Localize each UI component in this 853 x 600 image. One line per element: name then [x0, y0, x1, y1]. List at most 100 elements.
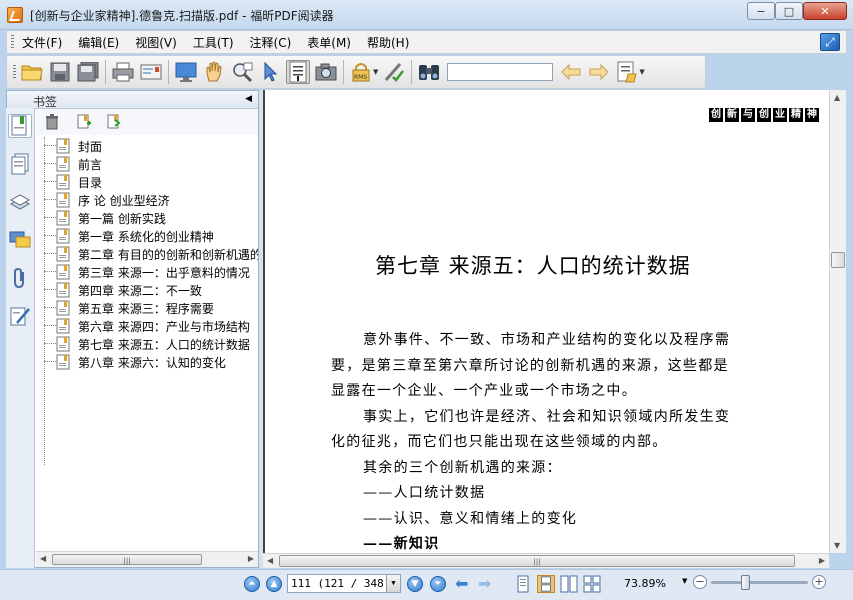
next-page-icon[interactable]: ▼ — [407, 576, 423, 592]
body-line: ——人口统计数据 — [363, 485, 486, 501]
horizontal-scrollbar[interactable]: ◀ ||| ▶ — [263, 553, 829, 568]
bookmark-label: 第二章 有目的的创新和创新机遇的 — [78, 247, 258, 262]
vertical-scrollbar[interactable]: ▲ ▼ — [829, 90, 846, 553]
bookmarks-tab-icon[interactable] — [8, 114, 32, 138]
continuous-view-icon[interactable] — [537, 575, 555, 593]
binoculars-icon[interactable] — [417, 60, 441, 84]
fullscreen-icon[interactable] — [174, 60, 198, 84]
snapshot-icon[interactable] — [314, 60, 338, 84]
body-line: 其余的三个创新机遇的来源： — [363, 459, 562, 476]
layers-tab-icon[interactable] — [8, 190, 32, 214]
open-folder-icon[interactable] — [20, 60, 44, 84]
search-input[interactable] — [447, 63, 554, 81]
bookmark-item[interactable]: 第五章 来源三：程序需要 — [36, 299, 258, 317]
zoom-level[interactable]: 73.89% — [624, 577, 666, 590]
scroll-left-icon[interactable]: ◀ — [40, 554, 46, 563]
zoom-in-icon[interactable]: + — [812, 575, 826, 589]
minimize-button[interactable]: − — [747, 2, 775, 20]
zoom-tool-icon[interactable] — [230, 60, 254, 84]
bookmark-item[interactable]: 第六章 来源四：产业与市场结构 — [36, 317, 258, 335]
rms-lock-icon[interactable]: RMS — [349, 60, 373, 84]
find-next-icon[interactable] — [587, 60, 611, 84]
bookmark-item[interactable]: 第八章 来源六：认知的变化 — [36, 353, 258, 371]
go-back-icon[interactable]: ⬅ — [455, 576, 468, 592]
bookmark-item[interactable]: 封面 — [36, 137, 258, 155]
first-page-icon[interactable]: ⏶ — [244, 576, 260, 592]
maximize-button[interactable]: □ — [775, 2, 803, 20]
panel-horizontal-scrollbar[interactable]: ◀ ||| ▶ — [36, 551, 258, 567]
menu-forms[interactable]: 表单(M) — [307, 34, 351, 51]
bookmark-item[interactable]: 第四章 来源二：不一致 — [36, 281, 258, 299]
chapter-title: 第七章 来源五：人口的统计数据 — [375, 254, 691, 278]
select-text-icon[interactable] — [286, 60, 310, 84]
bookmark-page-icon — [56, 246, 70, 262]
signatures-tab-icon[interactable] — [8, 304, 32, 328]
sign-icon[interactable] — [382, 60, 406, 84]
close-button[interactable]: ✕ — [803, 2, 847, 20]
header-char: 与 — [741, 108, 755, 122]
scroll-right-icon[interactable]: ▶ — [819, 556, 825, 565]
attachments-tab-icon[interactable] — [8, 266, 32, 290]
scroll-down-icon[interactable]: ▼ — [834, 541, 840, 550]
select-arrow-icon[interactable] — [258, 60, 282, 84]
bookmark-page-icon — [56, 210, 70, 226]
last-page-icon[interactable]: ⏷ — [430, 576, 446, 592]
zoom-slider-thumb[interactable] — [741, 575, 750, 590]
vertical-scroll-thumb[interactable] — [831, 252, 845, 268]
continuous-facing-view-icon[interactable] — [583, 575, 601, 593]
toolbar-separator — [105, 60, 106, 84]
single-page-view-icon[interactable] — [514, 575, 532, 593]
delete-bookmark-icon[interactable] — [44, 114, 60, 130]
menu-edit[interactable]: 编辑(E) — [78, 34, 119, 51]
scroll-left-icon[interactable]: ◀ — [267, 556, 273, 565]
hand-tool-icon[interactable] — [202, 60, 226, 84]
typewriter-dropdown-arrow[interactable]: ▼ — [639, 68, 644, 76]
fullscreen-toggle-icon[interactable]: ⤢ — [820, 33, 840, 51]
body-line: 显露在一个企业、一个产业或一个市场之中。 — [331, 383, 637, 399]
page-dropdown-arrow[interactable]: ▼ — [386, 575, 400, 592]
rms-dropdown-arrow[interactable]: ▼ — [373, 68, 378, 76]
menu-help[interactable]: 帮助(H) — [367, 34, 409, 51]
menu-view[interactable]: 视图(V) — [135, 34, 177, 51]
zoom-slider[interactable] — [711, 575, 808, 590]
previous-page-icon[interactable]: ▲ — [266, 576, 282, 592]
comments-tab-icon[interactable] — [8, 228, 32, 252]
typewriter-icon[interactable] — [615, 60, 639, 84]
bookmark-label: 第一章 系统化的创业精神 — [78, 229, 214, 244]
scroll-right-icon[interactable]: ▶ — [248, 554, 254, 563]
toolbar-separator — [343, 60, 344, 84]
bookmark-page-icon — [56, 192, 70, 208]
collapse-panel-icon[interactable]: ◀ — [245, 94, 252, 104]
document-view[interactable]: 创 新 与 创 业 精 神 第七章 来源五：人口的统计数据 意外事件、不一致、市… — [263, 90, 829, 553]
bookmark-item[interactable]: 第一章 系统化的创业精神 — [36, 227, 258, 245]
bookmark-item[interactable]: 序 论 创业型经济 — [36, 191, 258, 209]
horizontal-scroll-thumb[interactable]: ||| — [279, 555, 795, 567]
panel-scroll-thumb[interactable]: ||| — [52, 554, 202, 565]
bookmark-item[interactable]: 目录 — [36, 173, 258, 191]
bookmark-item[interactable]: 前言 — [36, 155, 258, 173]
bookmark-item[interactable]: 第一篇 创新实践 — [36, 209, 258, 227]
header-char: 业 — [773, 108, 787, 122]
menu-file[interactable]: 文件(F) — [22, 34, 62, 51]
page-number-field[interactable]: 111 (121 / 348) ▼ — [287, 574, 401, 593]
add-child-bookmark-icon[interactable] — [106, 114, 122, 130]
pages-tab-icon[interactable] — [8, 152, 32, 176]
bookmark-item[interactable]: 第七章 来源五：人口的统计数据 — [36, 335, 258, 353]
zoom-out-icon[interactable]: − — [693, 575, 707, 589]
email-icon[interactable] — [139, 60, 163, 84]
menu-tools[interactable]: 工具(T) — [193, 34, 234, 51]
find-prev-icon[interactable] — [559, 60, 583, 84]
go-forward-icon[interactable]: ➡ — [478, 576, 491, 592]
bookmark-item[interactable]: 第三章 来源一：出乎意料的情况 — [36, 263, 258, 281]
add-bookmark-icon[interactable] — [76, 114, 92, 130]
scroll-up-icon[interactable]: ▲ — [834, 93, 840, 102]
save-all-icon[interactable] — [76, 60, 100, 84]
zoom-dropdown-arrow[interactable]: ▼ — [682, 577, 687, 585]
facing-view-icon[interactable] — [560, 575, 578, 593]
bookmark-label: 第七章 来源五：人口的统计数据 — [78, 337, 250, 352]
save-icon[interactable] — [48, 60, 72, 84]
print-icon[interactable] — [111, 60, 135, 84]
menu-comment[interactable]: 注释(C) — [250, 34, 292, 51]
bookmark-item[interactable]: 第二章 有目的的创新和创新机遇的 — [36, 245, 258, 263]
bookmark-page-icon — [56, 138, 70, 154]
